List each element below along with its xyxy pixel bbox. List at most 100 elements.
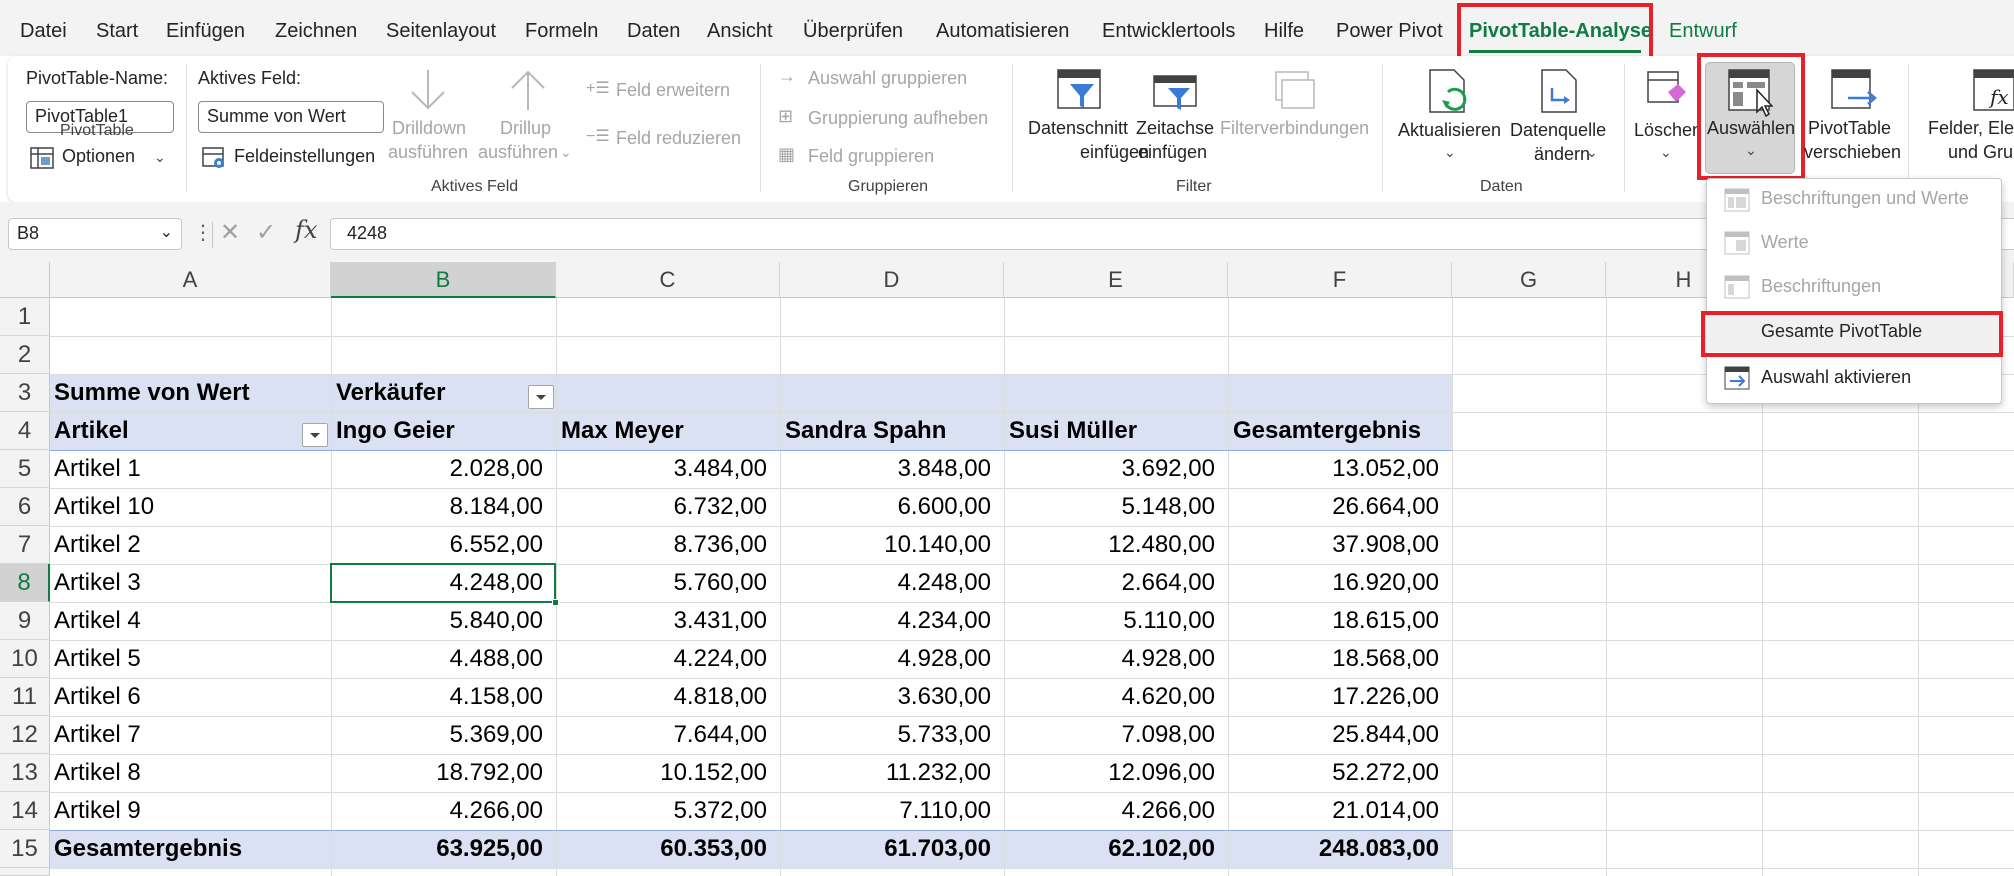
- pivot-value-cell[interactable]: 4.248,00: [780, 564, 991, 602]
- chevron-down-icon[interactable]: ⌄: [160, 222, 173, 242]
- menu-item-labels-and-values[interactable]: Beschriftungen und Werte: [1761, 188, 1969, 209]
- tab-daten[interactable]: Daten: [627, 20, 680, 43]
- row-header-1[interactable]: 1: [0, 298, 50, 336]
- total-row-label[interactable]: Gesamtergebnis: [54, 830, 242, 868]
- tab-entwicklertools[interactable]: Entwicklertools: [1102, 20, 1235, 43]
- active-field-input[interactable]: Summe von Wert: [198, 101, 384, 133]
- pivot-value-cell[interactable]: 11.232,00: [780, 754, 991, 792]
- field-settings-button[interactable]: Feldeinstellungen: [198, 142, 378, 174]
- column-header-d[interactable]: D: [780, 262, 1004, 298]
- pivot-col-header[interactable]: Gesamtergebnis: [1233, 412, 1421, 450]
- select-all-corner[interactable]: [0, 262, 50, 298]
- pivot-value-cell[interactable]: 5.369,00: [331, 716, 543, 754]
- pivot-row-label[interactable]: Artikel 6: [54, 678, 141, 716]
- tab-entwurf[interactable]: Entwurf: [1669, 20, 1737, 43]
- pivot-value-cell[interactable]: 7.110,00: [780, 792, 991, 830]
- options-button[interactable]: Optionen ⌄: [26, 142, 172, 174]
- row-header-16[interactable]: [0, 868, 50, 876]
- insert-slicer-button[interactable]: Datenschnitt einfügen: [1026, 64, 1149, 164]
- tab-ueberpruefen[interactable]: Überprüfen: [803, 20, 903, 43]
- pivot-value-cell[interactable]: 17.226,00: [1228, 678, 1439, 716]
- pivot-value-cell[interactable]: 4.266,00: [1004, 792, 1215, 830]
- row-header-4[interactable]: 4: [0, 412, 50, 450]
- tab-hilfe[interactable]: Hilfe: [1264, 20, 1304, 43]
- tab-formeln[interactable]: Formeln: [525, 20, 598, 43]
- column-header-g[interactable]: G: [1452, 262, 1606, 298]
- pivot-value-cell[interactable]: 18.568,00: [1228, 640, 1439, 678]
- row-header-13[interactable]: 13: [0, 754, 50, 792]
- pivot-row-label[interactable]: Artikel 9: [54, 792, 141, 830]
- tab-zeichnen[interactable]: Zeichnen: [275, 20, 357, 43]
- pivot-value-cell[interactable]: 5.110,00: [1004, 602, 1215, 640]
- pivot-row-label[interactable]: Artikel 4: [54, 602, 141, 640]
- pivot-value-cell[interactable]: 5.148,00: [1004, 488, 1215, 526]
- pivot-value-cell[interactable]: 3.848,00: [780, 450, 991, 488]
- menu-item-entire-pivottable[interactable]: Gesamte PivotTable: [1761, 321, 1922, 342]
- pivot-value-cell[interactable]: 5.840,00: [331, 602, 543, 640]
- group-selection-button[interactable]: → Auswahl gruppieren: [778, 66, 988, 94]
- pivot-value-cell[interactable]: 8.736,00: [556, 526, 767, 564]
- fill-handle[interactable]: [552, 599, 559, 606]
- pivot-value-cell[interactable]: 3.484,00: [556, 450, 767, 488]
- pivot-value-cell[interactable]: 21.014,00: [1228, 792, 1439, 830]
- pivot-row-label[interactable]: Artikel 1: [54, 450, 141, 488]
- pivot-value-cell[interactable]: 4.158,00: [331, 678, 543, 716]
- row-header-14[interactable]: 14: [0, 792, 50, 830]
- column-header-c[interactable]: C: [556, 262, 780, 298]
- tab-start[interactable]: Start: [96, 20, 138, 43]
- pivot-value-cell[interactable]: 25.844,00: [1228, 716, 1439, 754]
- column-header-a[interactable]: A: [50, 262, 331, 298]
- pivot-corner-label[interactable]: Summe von Wert: [54, 374, 250, 412]
- row-header-12[interactable]: 12: [0, 716, 50, 754]
- total-cell[interactable]: 61.703,00: [780, 830, 991, 868]
- ungroup-button[interactable]: ⊞ Gruppierung aufheben: [778, 106, 998, 134]
- name-box[interactable]: B8 ⌄: [8, 218, 182, 250]
- tab-automatisieren[interactable]: Automatisieren: [936, 20, 1069, 43]
- pivot-column-field[interactable]: Verkäufer: [336, 374, 445, 412]
- confirm-formula-icon[interactable]: ✓: [256, 218, 276, 247]
- column-filter-button[interactable]: [528, 385, 554, 409]
- tab-datei[interactable]: Datei: [20, 20, 67, 43]
- total-cell[interactable]: 63.925,00: [331, 830, 543, 868]
- pivot-value-cell[interactable]: 4.488,00: [331, 640, 543, 678]
- pivot-value-cell[interactable]: 26.664,00: [1228, 488, 1439, 526]
- tab-power-pivot[interactable]: Power Pivot: [1336, 20, 1443, 43]
- pivot-value-cell[interactable]: 6.552,00: [331, 526, 543, 564]
- more-options-icon[interactable]: ⋮: [193, 220, 213, 245]
- pivot-value-cell[interactable]: 6.600,00: [780, 488, 991, 526]
- pivot-value-cell[interactable]: 5.760,00: [556, 564, 767, 602]
- pivot-value-cell[interactable]: 3.692,00: [1004, 450, 1215, 488]
- pivot-value-cell[interactable]: 5.733,00: [780, 716, 991, 754]
- row-header-8[interactable]: 8: [0, 564, 50, 602]
- column-header-e[interactable]: E: [1004, 262, 1228, 298]
- move-pivottable-button[interactable]: PivotTable verschieben: [1800, 64, 1901, 170]
- menu-item-labels[interactable]: Beschriftungen: [1761, 276, 1881, 297]
- expand-field-button[interactable]: +☰ Feld erweitern: [586, 78, 736, 106]
- pivot-value-cell[interactable]: 3.630,00: [780, 678, 991, 716]
- cancel-formula-icon[interactable]: ✕: [220, 218, 240, 247]
- change-data-source-button[interactable]: Datenquelle ändern ⌄: [1508, 64, 1608, 170]
- tab-einfuegen[interactable]: Einfügen: [166, 20, 245, 43]
- pivot-row-label[interactable]: Artikel 7: [54, 716, 141, 754]
- pivot-value-cell[interactable]: 3.431,00: [556, 602, 767, 640]
- pivot-value-cell[interactable]: 4.818,00: [556, 678, 767, 716]
- row-header-9[interactable]: 9: [0, 602, 50, 640]
- pivot-value-cell[interactable]: 5.372,00: [556, 792, 767, 830]
- tab-pivottable-analyse[interactable]: PivotTable-Analyse: [1469, 20, 1652, 43]
- pivot-value-cell[interactable]: 10.140,00: [780, 526, 991, 564]
- select-button[interactable]: Auswählen ⌄: [1705, 62, 1795, 174]
- pivot-value-cell[interactable]: 13.052,00: [1228, 450, 1439, 488]
- pivot-value-cell[interactable]: 37.908,00: [1228, 526, 1439, 564]
- tab-seitenlayout[interactable]: Seitenlayout: [386, 20, 496, 43]
- pivot-value-cell[interactable]: 18.615,00: [1228, 602, 1439, 640]
- group-field-button[interactable]: ▦ Feld gruppieren: [778, 144, 958, 172]
- row-header-2[interactable]: 2: [0, 336, 50, 374]
- column-header-b[interactable]: B: [331, 262, 556, 298]
- pivot-row-label[interactable]: Artikel 3: [54, 564, 141, 602]
- total-cell[interactable]: 60.353,00: [556, 830, 767, 868]
- pivot-value-cell[interactable]: 2.664,00: [1004, 564, 1215, 602]
- pivot-value-cell[interactable]: 12.096,00: [1004, 754, 1215, 792]
- pivot-col-header[interactable]: Max Meyer: [561, 412, 684, 450]
- row-header-15[interactable]: 15: [0, 830, 50, 868]
- pivot-value-cell[interactable]: 4.266,00: [331, 792, 543, 830]
